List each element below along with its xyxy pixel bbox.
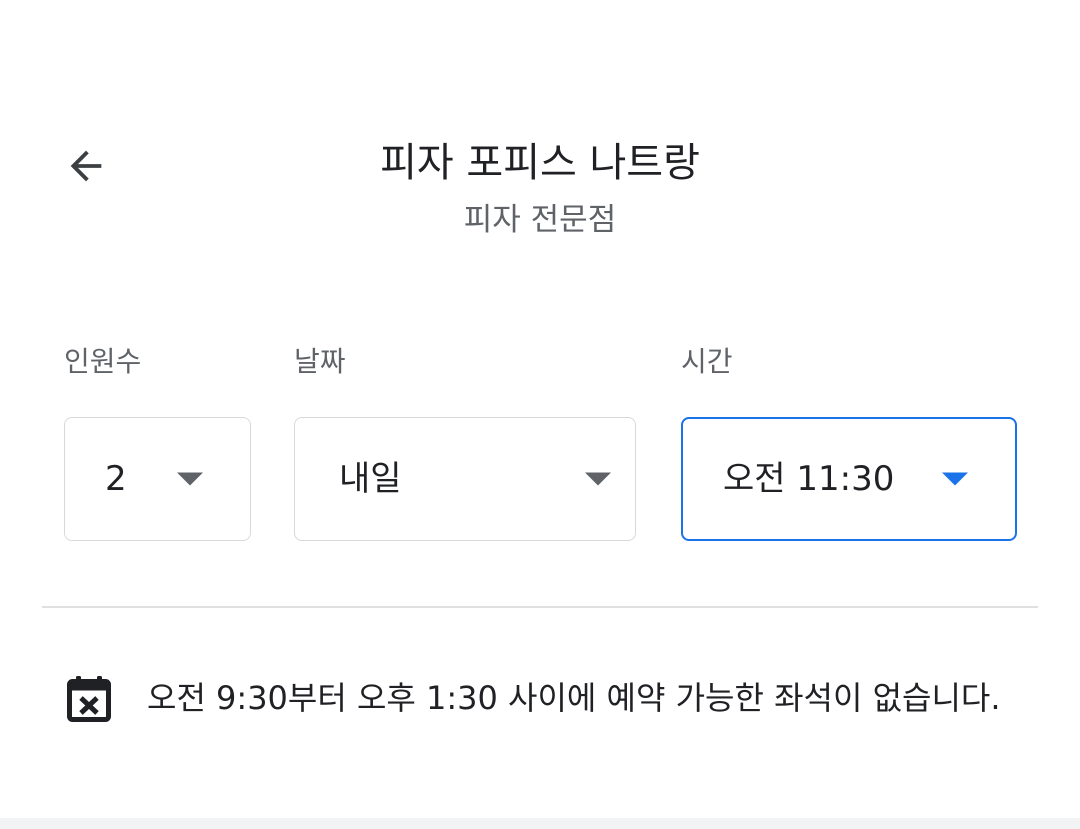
header: 피자 포피스 나트랑 피자 전문점 (0, 0, 1080, 260)
chevron-down-icon (942, 472, 968, 486)
date-label: 날짜 (294, 345, 346, 378)
chevron-down-icon (177, 472, 203, 486)
availability-notice: 오전 9:30부터 오후 1:30 사이에 예약 가능한 좌석이 없습니다. (147, 679, 1001, 717)
chevron-down-icon (585, 472, 611, 486)
restaurant-title: 피자 포피스 나트랑 (380, 140, 700, 186)
divider (42, 606, 1038, 608)
time-select[interactable]: 오전 11:30 (681, 417, 1017, 541)
date-value: 내일 (339, 459, 402, 499)
restaurant-category: 피자 전문점 (463, 202, 617, 238)
bottom-edge (0, 818, 1080, 829)
time-value: 오전 11:30 (723, 459, 895, 499)
date-select[interactable]: 내일 (294, 417, 636, 541)
time-label: 시간 (681, 345, 733, 378)
party-size-select[interactable]: 2 (64, 417, 251, 541)
calendar-unavailable-icon (67, 676, 111, 722)
party-size-value: 2 (105, 459, 127, 499)
party-size-label: 인원수 (64, 345, 142, 378)
